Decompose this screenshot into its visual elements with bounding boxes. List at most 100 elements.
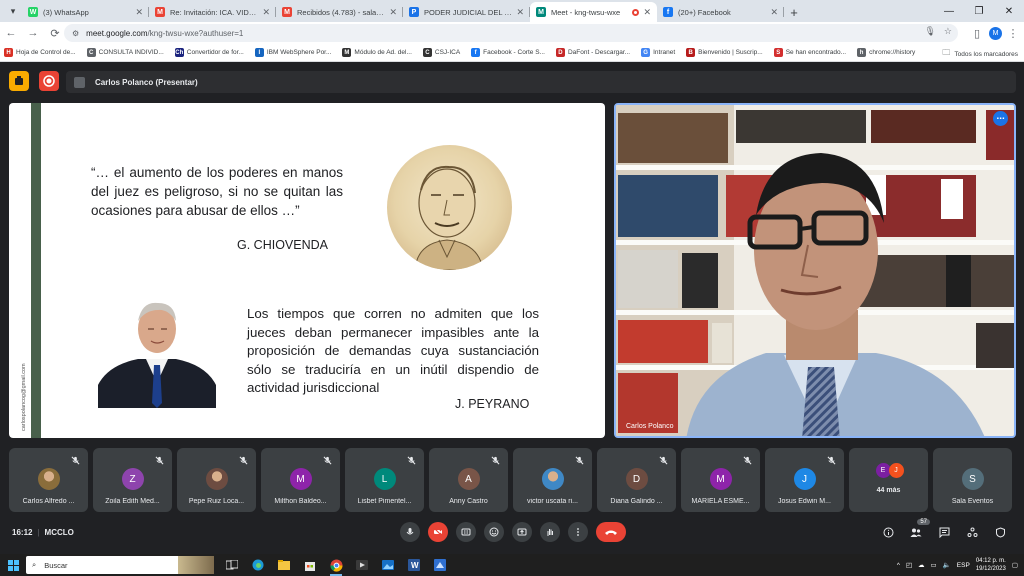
tab-close-icon[interactable]: ✕ — [643, 7, 651, 18]
participant-tile[interactable]: D Diana Galindo ... — [597, 448, 676, 512]
tab-close-icon[interactable]: ✕ — [135, 7, 143, 18]
participant-avatar: M — [709, 468, 732, 490]
address-bar[interactable]: ⚙ meet.google.com/kng-twsu-wxe?authuser=… — [64, 24, 958, 42]
windows-start-icon[interactable] — [0, 554, 26, 576]
bookmark-item[interactable]: C CSJ-ICA — [422, 48, 460, 57]
bookmark-item[interactable]: f Facebook - Corte S... — [471, 48, 545, 57]
tab-close-icon[interactable]: ✕ — [770, 7, 778, 18]
bookmark-item[interactable]: M Módulo de Ad. del... — [342, 48, 412, 57]
file-explorer-icon[interactable] — [272, 554, 296, 576]
bookmark-item[interactable]: C CONSULTA INDIVID... — [86, 48, 164, 57]
store-icon[interactable] — [298, 554, 322, 576]
window-controls: — ❐ ✕ — [934, 0, 1024, 22]
app-icon[interactable] — [428, 554, 452, 576]
participant-tile[interactable]: Carlos Alfredo ... — [9, 448, 88, 512]
media-player-icon[interactable] — [350, 554, 374, 576]
tile-more-options-icon[interactable]: ⋯ — [993, 111, 1008, 126]
chrome-icon[interactable] — [324, 554, 348, 576]
sidepanel-icon[interactable]: ▯ — [969, 22, 985, 44]
profile-avatar[interactable]: M — [989, 26, 1002, 40]
people-icon[interactable]: 57 — [908, 519, 930, 542]
bookmark-item[interactable]: h chrome://history — [857, 48, 915, 57]
presenter-camera-feed[interactable]: ⋯ Carlos Polanco — [614, 103, 1016, 438]
bookmark-item[interactable]: G Intranet — [641, 48, 675, 57]
author-chiovenda: G. CHIOVENDA — [237, 238, 328, 252]
participant-tile[interactable]: M Milthon Baldeo... — [261, 448, 340, 512]
maximize-icon[interactable]: ❐ — [964, 0, 994, 22]
browser-tab[interactable]: W (3) WhatsApp ✕ — [22, 2, 149, 22]
forward-icon[interactable]: → — [22, 22, 44, 44]
mic-icon[interactable]: 🎙 — [924, 26, 935, 37]
bookmark-item[interactable]: H Hoja de Control de... — [4, 48, 76, 57]
bookmark-item[interactable]: Ch Convertidor de for... — [174, 48, 244, 57]
participant-avatar: D — [625, 468, 648, 490]
participant-avatar: M — [289, 468, 312, 490]
participant-tile[interactable]: L Lisbet Pimentel... — [345, 448, 424, 512]
present-screen-button[interactable] — [512, 522, 532, 542]
photos-icon[interactable] — [376, 554, 400, 576]
tab-close-icon[interactable]: ✕ — [516, 7, 524, 18]
microphone-button[interactable] — [400, 522, 420, 542]
new-tab-button[interactable]: + — [784, 2, 804, 22]
leave-call-button[interactable] — [596, 522, 626, 542]
participant-tile[interactable]: M MARIELA ESME... — [681, 448, 760, 512]
tab-close-icon[interactable]: ✕ — [389, 7, 397, 18]
task-view-icon[interactable] — [220, 554, 244, 576]
participant-tile[interactable]: victor uscata ri... — [513, 448, 592, 512]
notifications-icon[interactable]: ▢ — [1012, 561, 1018, 569]
participant-tile[interactable]: J Josus Edwin M... — [765, 448, 844, 512]
network-icon[interactable]: ▭ — [931, 561, 937, 569]
onedrive-icon[interactable]: ☁ — [918, 561, 925, 569]
more-options-button[interactable] — [568, 522, 588, 542]
participant-tile[interactable]: Z Zoila Edith Med... — [93, 448, 172, 512]
participant-name: Diana Galindo ... — [610, 498, 663, 505]
taskbar-search[interactable]: ⌕ Buscar — [26, 556, 214, 574]
captions-button[interactable] — [456, 522, 476, 542]
browser-tab[interactable]: P PODER JUDICIAL DEL PERU - CAI ✕ — [403, 2, 530, 22]
browser-tab[interactable]: M Re: Invitación: ICA. VIDEOCONFE✕ — [149, 2, 276, 22]
participant-tile[interactable]: A Anny Castro — [429, 448, 508, 512]
all-bookmarks-label[interactable]: Todos los marcadores — [954, 51, 1018, 58]
participant-tile[interactable]: Pepe Ruiz Loca... — [177, 448, 256, 512]
bookmark-item[interactable]: S Se han encontrado... — [773, 48, 846, 57]
bookmark-item[interactable]: I IBM WebSphere Por... — [254, 48, 331, 57]
word-icon[interactable]: W — [402, 554, 426, 576]
browser-tab[interactable]: M Recibidos (4.783) - salaeventos ✕ — [276, 2, 403, 22]
bookmark-item[interactable]: B Bienvenido | Suscrip... — [686, 48, 763, 57]
reactions-button[interactable] — [484, 522, 504, 542]
bookmark-item[interactable]: D DaFont - Descargar... — [555, 48, 630, 57]
meeting-details-icon[interactable] — [880, 522, 896, 542]
browser-tab[interactable]: f (20+) Facebook ✕ — [657, 2, 784, 22]
edge-icon[interactable] — [246, 554, 270, 576]
hand-raise-icon[interactable] — [9, 71, 29, 91]
camera-off-button[interactable] — [428, 522, 448, 542]
bookmark-favicon-icon: h — [857, 48, 867, 57]
muted-mic-icon — [743, 456, 752, 465]
bookmark-label: Hoja de Control de... — [16, 49, 76, 56]
taskbar-clock[interactable]: 04:12 p. m. 19/12/2023 — [976, 557, 1006, 573]
site-info-icon[interactable]: ⚙ — [72, 29, 79, 38]
volume-icon[interactable]: 🔈 — [943, 561, 951, 569]
browser-tab[interactable]: M Meet - kng-twsu-wxe ✕ — [530, 2, 657, 22]
minimize-icon[interactable]: — — [934, 0, 964, 22]
chiovenda-portrait — [387, 145, 512, 270]
host-controls-icon[interactable] — [992, 522, 1008, 542]
language-indicator[interactable]: ESP — [957, 562, 970, 569]
tab-close-icon[interactable]: ✕ — [262, 7, 270, 18]
close-window-icon[interactable]: ✕ — [994, 0, 1024, 22]
tray-app-icon[interactable]: ◰ — [906, 561, 912, 569]
room-tile[interactable]: S Sala Eventos — [933, 448, 1012, 512]
muted-mic-icon — [659, 456, 668, 465]
recording-icon[interactable] — [39, 71, 59, 91]
bookmark-star-icon[interactable]: ☆ — [944, 26, 952, 37]
raise-hand-button[interactable] — [540, 522, 560, 542]
slide-side-bar — [31, 103, 41, 438]
chat-icon[interactable] — [936, 522, 952, 542]
back-icon[interactable]: ← — [0, 22, 22, 44]
activities-icon[interactable] — [964, 522, 980, 542]
more-participants-tile[interactable]: E J 44 más — [849, 448, 928, 512]
tab-search-icon[interactable]: ▾ — [6, 4, 20, 18]
menu-kebab-icon[interactable]: ⋮ — [1006, 22, 1020, 44]
tray-chevron-icon[interactable]: ^ — [897, 562, 900, 569]
reload-icon[interactable]: ⟳ — [44, 22, 66, 44]
